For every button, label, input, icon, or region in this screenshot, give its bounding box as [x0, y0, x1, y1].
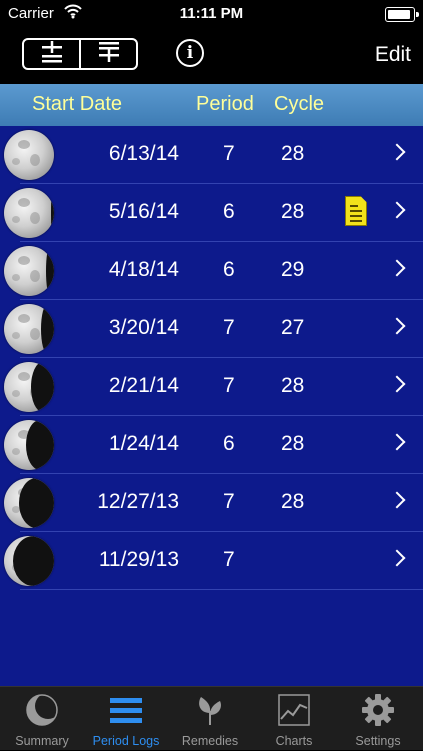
start-date-value: 11/29/13: [98, 548, 179, 571]
add-entry-button[interactable]: [79, 40, 136, 68]
period-value: 6: [223, 200, 235, 223]
moon-phase-icon: [4, 478, 54, 528]
cycle-header: Cycle: [274, 93, 325, 115]
moon-phase-icon: [4, 536, 54, 586]
period-value: 7: [223, 548, 235, 571]
moon-phase-icon: [4, 130, 54, 180]
start-date-value: 5/16/14: [108, 200, 179, 223]
moon-phase-icon: [4, 188, 54, 238]
cycle-value: 29: [281, 258, 305, 281]
tab-settings[interactable]: Settings: [336, 687, 420, 751]
period-log-row[interactable]: 12/27/13 7 28: [0, 474, 423, 532]
period-log-row[interactable]: 5/16/14 6 28: [0, 184, 423, 242]
cycle-value: 27: [281, 316, 305, 339]
chevron-right-icon: [388, 317, 406, 335]
moon-phase-icon: [4, 362, 54, 412]
period-value: 7: [223, 490, 235, 513]
moon-phase-icon: [4, 246, 54, 296]
edit-button[interactable]: Edit: [375, 43, 411, 67]
column-header: Start Date Period Cycle: [0, 84, 423, 126]
start-date-value: 3/20/14: [108, 316, 179, 339]
chart-icon: [277, 693, 311, 727]
period-log-row[interactable]: 1/24/14 6 28: [0, 416, 423, 474]
tab-label: Period Logs: [92, 734, 160, 748]
list-icon: [109, 693, 143, 727]
tab-bar: Summary Period Logs Remedies Charts Sett…: [0, 686, 423, 750]
plus-minus-button[interactable]: [24, 40, 79, 68]
period-log-row[interactable]: 2/21/14 7 28: [0, 358, 423, 416]
period-log-row[interactable]: 11/29/13 7: [0, 532, 423, 590]
plus-minus-icon: [39, 40, 65, 68]
period-value: 6: [223, 258, 235, 281]
chevron-right-icon: [388, 433, 406, 451]
moon-phase-icon: [4, 420, 54, 470]
period-log-row[interactable]: 3/20/14 7 27: [0, 300, 423, 358]
chevron-right-icon: [388, 201, 406, 219]
info-icon: i: [186, 43, 194, 63]
segmented-control: [22, 38, 138, 70]
status-time: 11:11 PM: [179, 5, 244, 22]
tab-remedies[interactable]: Remedies: [168, 687, 252, 751]
note-icon[interactable]: [345, 196, 367, 226]
period-log-row[interactable]: 6/13/14 7 28: [0, 126, 423, 184]
chevron-right-icon: [388, 549, 406, 567]
start-date-value: 1/24/14: [108, 432, 179, 455]
period-value: 6: [223, 432, 235, 455]
start-date-value: 2/21/14: [108, 374, 179, 397]
cycle-value: 28: [281, 374, 305, 397]
chevron-right-icon: [388, 143, 406, 161]
chevron-right-icon: [388, 375, 406, 393]
battery-icon: [385, 7, 419, 22]
list-add-icon: [96, 41, 122, 68]
start-date-value: 4/18/14: [108, 258, 179, 281]
cycle-value: 28: [281, 432, 305, 455]
period-log-row[interactable]: 4/18/14 6 29: [0, 242, 423, 300]
period-value: 7: [223, 374, 235, 397]
moon-icon: [25, 693, 61, 727]
top-toolbar: i Edit: [0, 28, 423, 84]
status-bar: Carrier 11:11 PM: [0, 0, 423, 28]
leaf-icon: [193, 693, 227, 727]
period-log-list: 6/13/14 7 28 5/16/14 6 28 4/18/14 6 29 3/20/14 7 27…: [0, 126, 423, 686]
tab-label: Charts: [275, 734, 313, 748]
gear-icon: [361, 693, 395, 727]
period-value: 7: [223, 316, 235, 339]
tab-label: Settings: [355, 734, 401, 748]
period-header: Period: [196, 93, 254, 115]
start-date-value: 6/13/14: [108, 142, 179, 165]
chevron-right-icon: [388, 259, 406, 277]
cycle-value: 28: [281, 490, 305, 513]
info-button[interactable]: i: [176, 39, 204, 67]
cycle-value: 28: [281, 142, 305, 165]
tab-charts[interactable]: Charts: [252, 687, 336, 751]
tab-label: Summary: [15, 734, 69, 748]
period-value: 7: [223, 142, 235, 165]
start-date-header: Start Date: [32, 93, 123, 115]
tab-period-logs[interactable]: Period Logs: [84, 687, 168, 751]
cycle-value: 28: [281, 200, 305, 223]
tab-label: Remedies: [181, 734, 239, 748]
tab-summary[interactable]: Summary: [0, 687, 84, 751]
chevron-right-icon: [388, 491, 406, 509]
start-date-value: 12/27/13: [97, 490, 179, 513]
moon-phase-icon: [4, 304, 54, 354]
